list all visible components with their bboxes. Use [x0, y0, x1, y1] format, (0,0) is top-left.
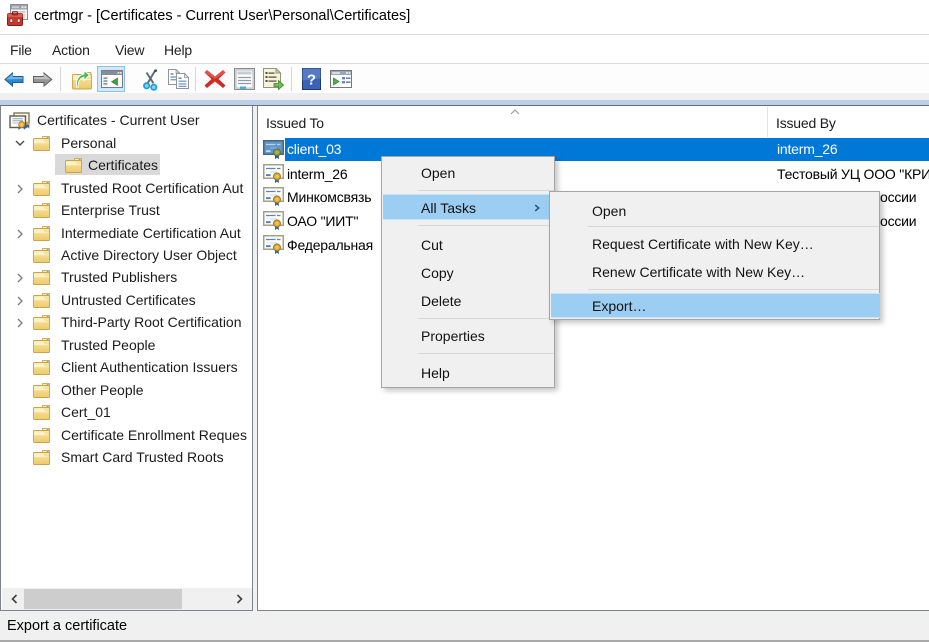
svg-text:?: ?	[307, 72, 316, 89]
